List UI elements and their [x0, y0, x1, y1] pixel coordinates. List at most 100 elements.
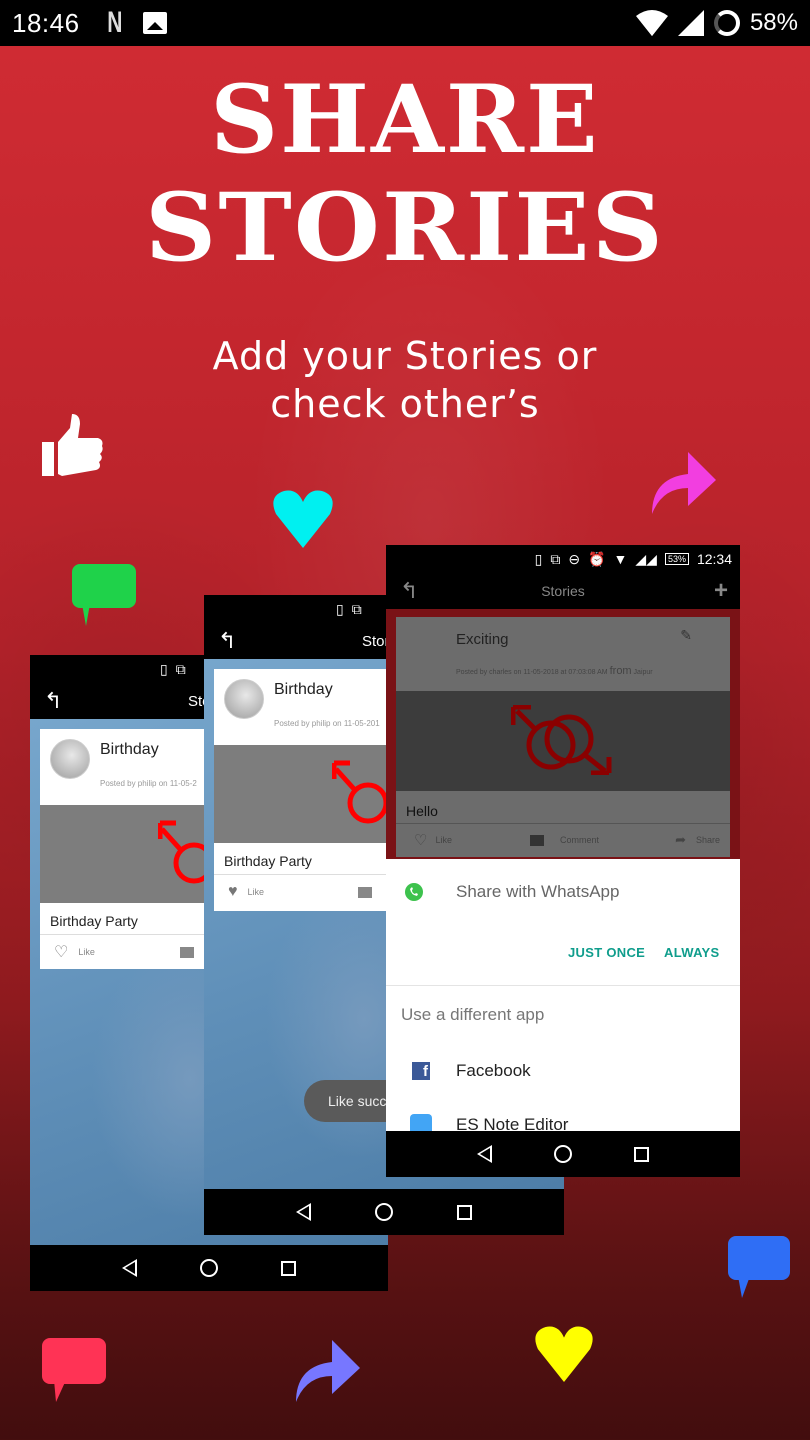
like-label[interactable]: Like	[248, 887, 265, 897]
gender-symbol-icon	[332, 760, 386, 824]
phone-icon: ▯	[160, 660, 168, 677]
battery-percent: 58%	[749, 9, 798, 36]
story-title: Birthday	[274, 681, 333, 698]
share-arrow-icon	[296, 1340, 360, 1402]
chat-bubble-icon	[42, 1338, 106, 1402]
signal-icon: ◢◢	[635, 550, 657, 567]
story-image	[214, 745, 386, 843]
nav-home-icon[interactable]	[375, 1203, 393, 1221]
cast-icon: ⧉	[550, 550, 561, 567]
story-caption: Hello	[406, 803, 438, 819]
subtitle-line1: Add your Stories or	[212, 334, 598, 378]
subtitle-line2: check other’s	[270, 382, 540, 426]
meta-from: from	[609, 665, 632, 677]
phone-status-time: 12:34	[696, 551, 732, 567]
headline-line2: STORIES	[144, 173, 666, 283]
subtitle: Add your Stories or check other’s	[0, 332, 810, 428]
nav-recents-icon[interactable]	[457, 1204, 472, 1220]
add-icon[interactable]: +	[714, 577, 728, 605]
just-once-button[interactable]: JUST ONCE	[568, 945, 645, 960]
app-item-es-note-editor[interactable]: ES Note Editor	[386, 1111, 740, 1131]
wifi-icon	[635, 10, 668, 36]
story-image	[40, 805, 208, 903]
nav-bar	[30, 1245, 388, 1291]
like-label: Like	[435, 835, 452, 845]
battery-icon: 53%	[664, 553, 689, 565]
share-sheet: Share with WhatsApp JUST ONCE ALWAYS Use…	[386, 859, 740, 1131]
share-icon: ➦	[675, 832, 686, 847]
app-label: ES Note Editor	[456, 1115, 569, 1131]
story-image	[396, 691, 730, 791]
share-sheet-title: Share with WhatsApp	[456, 882, 620, 901]
back-arrow-icon[interactable]: ↰	[218, 628, 236, 654]
like-heart-icon: ♡	[414, 832, 428, 849]
story-caption: Birthday Party	[214, 843, 386, 875]
avatar	[50, 739, 90, 779]
es-note-editor-icon	[410, 1114, 432, 1131]
like-heart-icon[interactable]: ♡	[54, 942, 68, 962]
phone-screenshot-3: ▯ ⧉ ⊖ ⏰ ▼ ◢◢ 53% 12:34 ↰ Stories + Excit…	[386, 545, 740, 1177]
alarm-icon: ⏰	[588, 550, 606, 567]
status-bar: 18:46 N 58%	[0, 0, 810, 46]
gender-symbol-icon	[158, 820, 208, 884]
use-different-app-label: Use a different app	[401, 1005, 545, 1024]
gallery-icon	[143, 12, 168, 34]
whatsapp-icon	[405, 883, 423, 901]
comment-label: Comment	[559, 835, 599, 845]
nav-bar	[204, 1189, 564, 1235]
nav-back-icon[interactable]	[121, 1259, 137, 1277]
like-label[interactable]: Like	[78, 947, 95, 957]
avatar	[224, 679, 264, 719]
chat-bubble-icon	[72, 564, 136, 626]
story-card: Exciting ✎ Posted by charles on 11-05-20…	[396, 617, 730, 857]
wifi-icon: ▼	[613, 551, 628, 567]
headline-line1: SHARE	[210, 65, 600, 175]
back-arrow-icon[interactable]: ↰	[44, 688, 62, 714]
gender-symbol-icon	[511, 705, 612, 775]
phone-toolbar: ↰ Stories +	[386, 573, 740, 609]
story-title: Exciting	[456, 631, 509, 648]
status-time: 18:46	[12, 7, 80, 38]
story-meta: Posted by charles on 11-05-2018 at 07:03…	[456, 665, 653, 677]
dnd-icon: ⊖	[568, 550, 581, 567]
story-title: Birthday	[100, 741, 159, 758]
app-item-facebook[interactable]: f Facebook	[386, 1057, 740, 1085]
nav-recents-icon[interactable]	[634, 1146, 649, 1162]
nav-back-icon[interactable]	[296, 1203, 311, 1221]
thumbs-up-icon	[42, 414, 104, 478]
facebook-icon: f	[412, 1062, 430, 1080]
nav-home-icon[interactable]	[554, 1145, 572, 1163]
edit-pencil-icon: ✎	[680, 627, 692, 643]
story-actions: ♡ Like Comment ➦ Share	[414, 831, 720, 849]
meta-place: Jaipur	[633, 669, 653, 676]
comment-icon[interactable]	[180, 946, 194, 958]
heart-icon	[272, 490, 334, 548]
comment-icon	[529, 834, 544, 846]
meta-posted: Posted by charles on 11-05-2018 at 07:03…	[456, 669, 608, 676]
like-heart-icon[interactable]: ♥	[228, 883, 238, 901]
netflix-icon: N	[106, 6, 122, 39]
story-meta: Posted by philip on 11-05-2	[100, 779, 197, 788]
cast-icon: ⧉	[175, 660, 186, 677]
nav-recents-icon[interactable]	[281, 1260, 297, 1276]
divider	[386, 985, 740, 986]
story-caption: Birthday Party	[40, 903, 208, 935]
phone-status-bar: ▯ ⧉ ⊖ ⏰ ▼ ◢◢ 53% 12:34	[386, 545, 740, 573]
cast-icon: ⧉	[351, 600, 362, 617]
story-card[interactable]: Birthday Posted by philip on 11-05-2 Bir…	[40, 729, 208, 969]
nav-back-icon[interactable]	[477, 1145, 492, 1163]
nav-bar	[386, 1131, 740, 1177]
share-arrow-icon	[652, 452, 716, 514]
phone-icon: ▯	[534, 550, 543, 567]
share-with-whatsapp[interactable]: Share with WhatsApp	[386, 877, 740, 907]
toolbar-title: Stories	[541, 583, 585, 599]
chat-bubble-icon	[728, 1236, 790, 1298]
app-label: Facebook	[456, 1061, 531, 1080]
always-button[interactable]: ALWAYS	[664, 945, 720, 960]
heart-icon	[534, 1326, 594, 1382]
story-card[interactable]: Birthday Posted by philip on 11-05-201 B…	[214, 669, 386, 911]
share-label: Share	[695, 835, 720, 845]
comment-icon[interactable]	[358, 886, 372, 898]
phone-icon: ▯	[336, 600, 344, 617]
nav-home-icon[interactable]	[199, 1259, 218, 1277]
